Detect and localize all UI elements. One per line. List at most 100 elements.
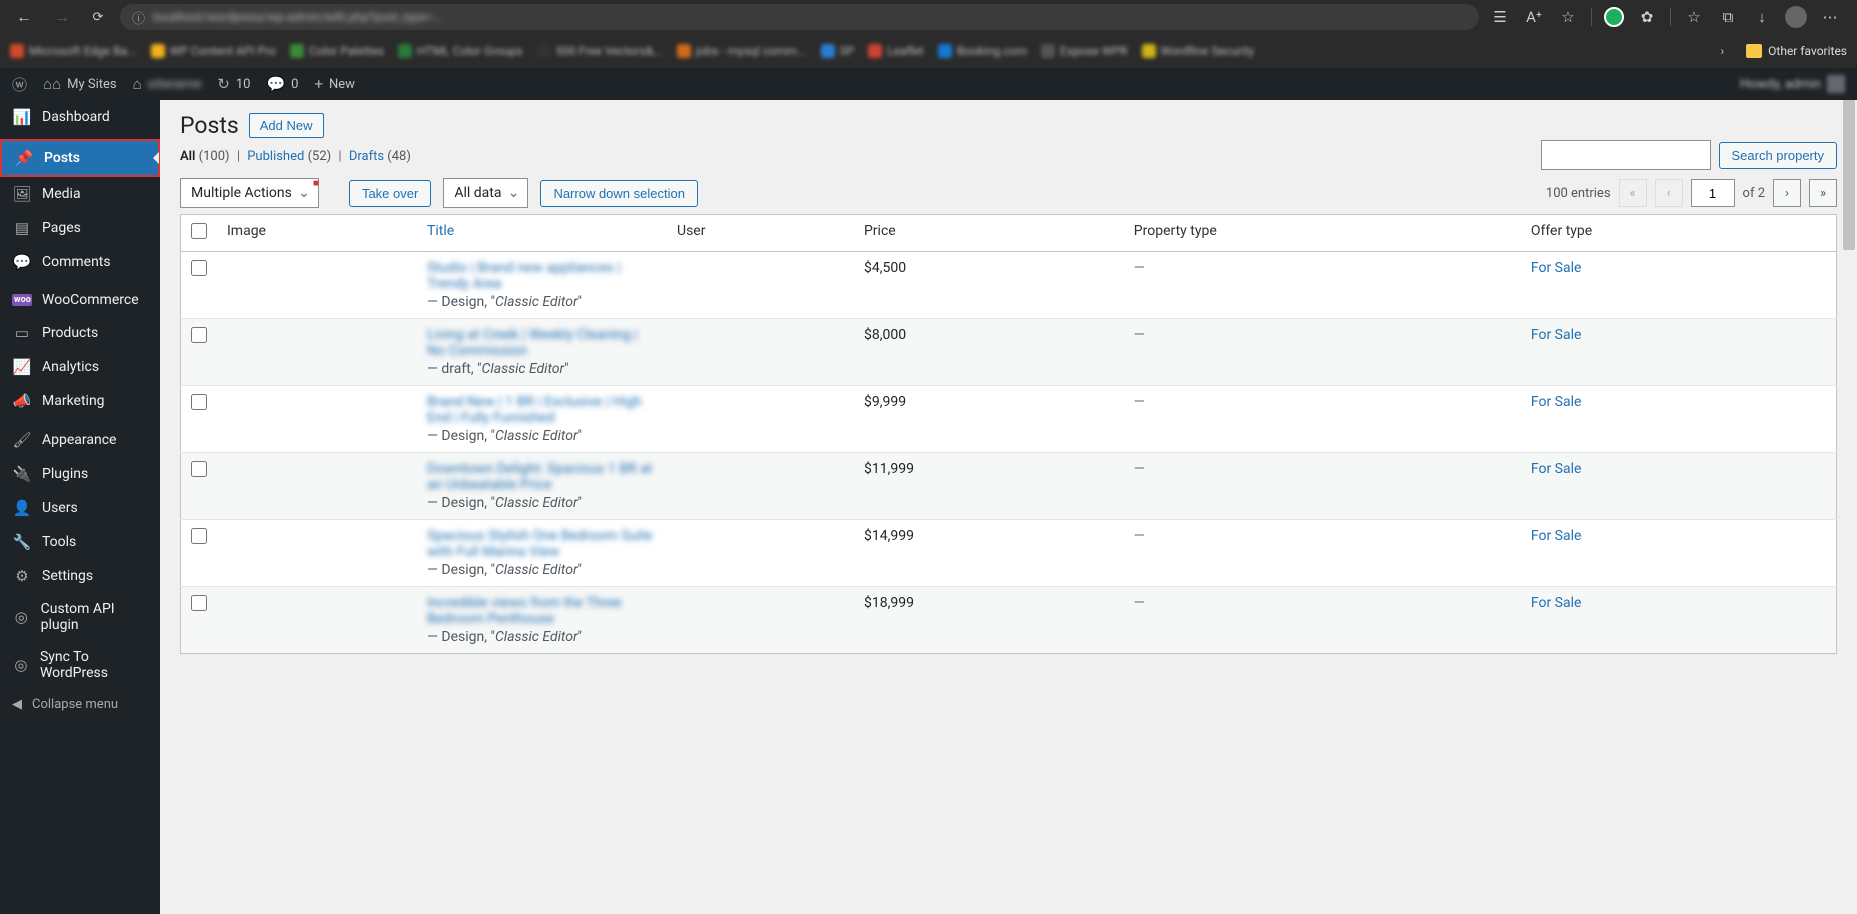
new-content-button[interactable]: +New xyxy=(314,75,354,93)
row-checkbox[interactable] xyxy=(191,528,207,544)
sidebar-item-media[interactable]: 🖼Media xyxy=(0,177,160,211)
chevron-down-icon: ⌄ xyxy=(298,185,310,201)
bookmark-item[interactable]: Wordfine Security xyxy=(1142,44,1255,58)
comments-button[interactable]: 💬0 xyxy=(266,75,298,93)
sidebar-item-sync-to-wordpress[interactable]: ◎Sync To WordPress xyxy=(0,641,160,689)
narrow-down-button[interactable]: Narrow down selection xyxy=(540,180,698,207)
select-all-checkbox[interactable] xyxy=(191,223,207,239)
my-sites-button[interactable]: ⌂⌂My Sites xyxy=(43,75,117,93)
post-title-link[interactable]: Incredible views from the Three Bedroom … xyxy=(427,595,657,627)
sidebar-item-plugins[interactable]: 🔌Plugins xyxy=(0,457,160,491)
offer-type-link[interactable]: For Sale xyxy=(1531,595,1582,611)
sidebar-item-custom-api-plugin[interactable]: ◎Custom API plugin xyxy=(0,593,160,641)
sidebar-item-woocommerce[interactable]: wooWooCommerce xyxy=(0,284,160,316)
offer-type-link[interactable]: For Sale xyxy=(1531,260,1582,276)
row-offer-cell: For Sale xyxy=(1521,252,1837,319)
entries-count: 100 entries xyxy=(1546,186,1611,201)
bookmark-item[interactable]: Expose WPR xyxy=(1041,44,1128,58)
sidebar-item-appearance[interactable]: 🖌Appearance xyxy=(0,423,160,457)
add-new-button[interactable]: Add New xyxy=(249,113,324,138)
sidebar-item-marketing[interactable]: 📣Marketing xyxy=(0,384,160,418)
row-checkbox[interactable] xyxy=(191,595,207,611)
page-number-input[interactable] xyxy=(1691,179,1735,207)
sidebar-item-users[interactable]: 👤Users xyxy=(0,491,160,525)
user-greeting: Howdy, admin xyxy=(1740,77,1821,92)
sidebar-item-settings[interactable]: ⚙Settings xyxy=(0,559,160,593)
site-home-button[interactable]: ⌂sitename xyxy=(133,75,202,93)
favorite-star-icon[interactable]: ☆ xyxy=(1557,6,1579,28)
row-checkbox[interactable] xyxy=(191,327,207,343)
sidebar-item-dashboard[interactable]: 📊Dashboard xyxy=(0,100,160,134)
appearance-icon: 🖌 xyxy=(12,431,32,449)
other-favorites-button[interactable]: Other favorites xyxy=(1746,44,1847,58)
extensions-icon[interactable]: ✿ xyxy=(1636,6,1658,28)
bookmark-item[interactable]: Color Palettes xyxy=(290,44,384,58)
sidebar-item-posts[interactable]: 📌Posts xyxy=(0,139,160,177)
favorites-icon[interactable]: ☆ xyxy=(1683,6,1705,28)
nav-forward-button[interactable]: → xyxy=(48,3,76,31)
updates-button[interactable]: ↻10 xyxy=(217,75,250,93)
toolbar-grid-icon[interactable]: ☰ xyxy=(1489,6,1511,28)
row-checkbox[interactable] xyxy=(191,394,207,410)
nav-back-button[interactable]: ← xyxy=(10,3,38,31)
sidebar-item-tools[interactable]: 🔧Tools xyxy=(0,525,160,559)
search-input[interactable] xyxy=(1541,140,1711,170)
sidebar-item-pages[interactable]: ▤Pages xyxy=(0,211,160,245)
filter-drafts[interactable]: Drafts xyxy=(349,149,384,164)
multiple-actions-dropdown[interactable]: Multiple Actions ⌄ xyxy=(180,178,319,208)
filter-all[interactable]: All xyxy=(180,149,195,164)
bookmarks-overflow-icon[interactable]: › xyxy=(1721,44,1733,58)
bookmark-item[interactable]: Booking.com xyxy=(938,44,1027,58)
sidebar-item-analytics[interactable]: 📈Analytics xyxy=(0,350,160,384)
bookmark-item[interactable]: HTML Color Groups xyxy=(398,44,522,58)
post-title-link[interactable]: Downtown Delight: Spacious 1 BR at an Un… xyxy=(427,461,657,493)
post-title-link[interactable]: Spacious Stylish One Bedroom Suite with … xyxy=(427,528,657,560)
offer-type-link[interactable]: For Sale xyxy=(1531,327,1582,343)
folder-icon xyxy=(1746,44,1762,58)
select-all-header[interactable] xyxy=(181,215,218,252)
sidebar-item-comments[interactable]: 💬Comments xyxy=(0,245,160,279)
vertical-scrollbar[interactable] xyxy=(1841,100,1857,914)
col-offer-type: Offer type xyxy=(1521,215,1837,252)
scrollbar-thumb[interactable] xyxy=(1843,100,1855,250)
row-user-cell xyxy=(667,319,854,386)
row-checkbox[interactable] xyxy=(191,461,207,477)
more-menu-icon[interactable]: ⋯ xyxy=(1819,6,1841,28)
row-price-cell: $14,999 xyxy=(854,520,1124,587)
posts-table: Image Title User Price Property type Off… xyxy=(180,214,1837,654)
post-title-link[interactable]: Brand New | 1 BR | Exclusive | High End … xyxy=(427,394,657,426)
offer-type-link[interactable]: For Sale xyxy=(1531,394,1582,410)
reload-button[interactable]: ⟳ xyxy=(86,5,110,29)
collapse-menu-button[interactable]: ◀ Collapse menu xyxy=(0,689,160,720)
profile-avatar[interactable] xyxy=(1785,6,1807,28)
url-bar[interactable]: ⓘ localhost/wordpress/wp-admin/edit.php?… xyxy=(120,4,1479,30)
content-area: Posts Add New All (100) | Published (52)… xyxy=(160,100,1857,914)
wp-logo-button[interactable]: ⓦ xyxy=(12,74,27,95)
sidebar-item-products[interactable]: ▭Products xyxy=(0,316,160,350)
filter-published[interactable]: Published xyxy=(247,149,304,164)
grammarly-extension-icon[interactable] xyxy=(1604,7,1624,27)
next-page-button[interactable]: › xyxy=(1773,179,1801,207)
bookmark-item[interactable]: 500 Free Vectors&... xyxy=(537,44,663,58)
col-title[interactable]: Title xyxy=(417,215,667,252)
collections-icon[interactable]: ⧉ xyxy=(1717,6,1739,28)
user-menu[interactable]: Howdy, admin xyxy=(1740,75,1845,93)
take-over-button[interactable]: Take over xyxy=(349,180,431,207)
bookmark-item[interactable]: WP Content API Pro xyxy=(151,44,276,58)
bookmark-item[interactable]: jobs - mysql comm... xyxy=(677,44,807,58)
post-title-link[interactable]: Studio | Brand new appliances | Trendy A… xyxy=(427,260,657,292)
downloads-icon[interactable]: ↓ xyxy=(1751,6,1773,28)
post-title-link[interactable]: Living at Creek | Weekly Cleaning | No C… xyxy=(427,327,657,359)
row-checkbox[interactable] xyxy=(191,260,207,276)
search-property-button[interactable]: Search property xyxy=(1719,142,1838,169)
table-row: Spacious Stylish One Bedroom Suite with … xyxy=(181,520,1837,587)
last-page-button[interactable]: » xyxy=(1809,179,1837,207)
all-data-dropdown[interactable]: All data ⌄ xyxy=(443,178,528,208)
read-aloud-icon[interactable]: A⁺ xyxy=(1523,6,1545,28)
bookmark-item[interactable]: Microsoft Edge Ba... xyxy=(10,44,137,58)
bookmark-item[interactable]: Leaflet xyxy=(868,44,923,58)
offer-type-link[interactable]: For Sale xyxy=(1531,528,1582,544)
info-icon: ⓘ xyxy=(132,8,145,27)
bookmark-item[interactable]: SP xyxy=(821,44,855,58)
offer-type-link[interactable]: For Sale xyxy=(1531,461,1582,477)
